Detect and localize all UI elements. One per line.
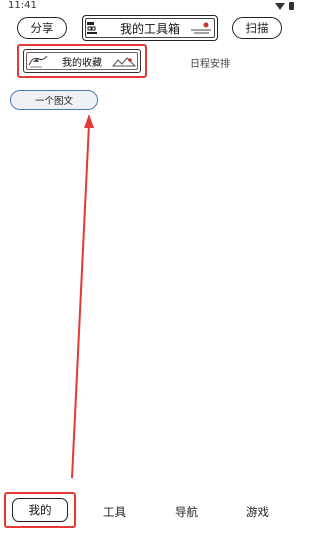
crane-ornament-icon [28, 55, 48, 68]
cloud-ornament-icon [191, 22, 211, 34]
nav-item-tools[interactable]: 工具 [103, 504, 126, 520]
nav-item-navigation[interactable]: 导航 [175, 504, 198, 520]
battery-icon [289, 2, 294, 10]
tab-favorites-label: 我的收藏 [62, 57, 102, 69]
nav-item-mine-label: 我的 [28, 503, 52, 517]
list-item-label: 一个图文 [34, 96, 73, 107]
hills-ornament-icon [112, 57, 136, 67]
page-title: 我的工具箱 [119, 21, 180, 36]
pavilion-icon [87, 22, 97, 34]
wifi-icon [275, 2, 285, 10]
share-button-label: 分享 [30, 21, 54, 35]
list-item[interactable]: 一个图文 [10, 90, 98, 110]
status-bar: 11:41 [0, 0, 300, 14]
nav-item-mine[interactable]: 我的 [12, 498, 68, 522]
share-button[interactable]: 分享 [17, 17, 67, 39]
nav-item-games[interactable]: 游戏 [246, 504, 269, 520]
tab-favorites[interactable]: 我的收藏 [23, 49, 141, 73]
status-icons [275, 2, 294, 10]
annotation-arrow [71, 114, 94, 479]
status-time: 11:41 [8, 0, 37, 11]
bottom-nav: 我的 工具 导航 游戏 [0, 488, 300, 533]
tab-schedule[interactable]: 日程安排 [190, 55, 230, 70]
page-title-frame: 我的工具箱 [82, 15, 218, 41]
scan-button-label: 扫描 [245, 21, 269, 35]
scan-button[interactable]: 扫描 [232, 17, 282, 39]
